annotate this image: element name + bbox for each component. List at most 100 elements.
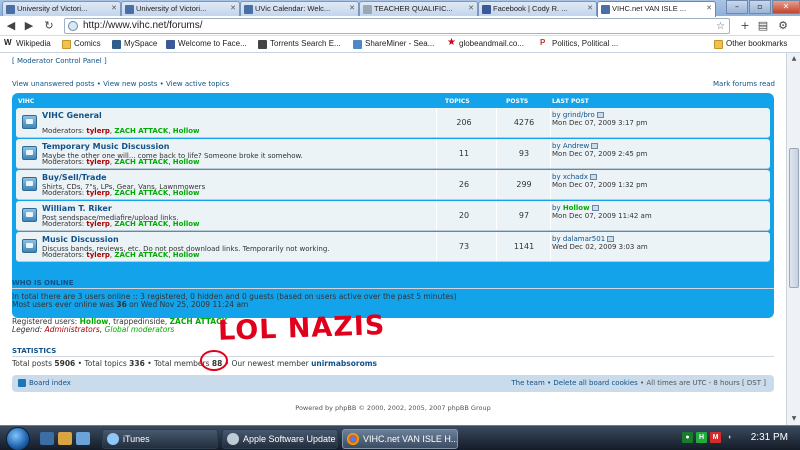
bookmark-folder[interactable]: Comics	[62, 39, 101, 49]
statistics-heading: STATISTICS	[12, 347, 774, 357]
mark-forums-read-link[interactable]: Mark forums read	[713, 80, 775, 88]
taskbar-item-active[interactable]: VIHC.net VAN ISLE H...	[342, 429, 458, 449]
browser-tab[interactable]: University of Victori... ✕	[121, 1, 240, 16]
close-icon[interactable]: ✕	[111, 4, 117, 12]
forum-title[interactable]: Music Discussion	[42, 235, 119, 244]
post-count: 4276	[513, 118, 535, 127]
scroll-down-icon[interactable]: ▼	[787, 413, 800, 425]
view-links[interactable]: View unanswered posts • View new posts •…	[12, 80, 229, 88]
browser-tab[interactable]: TEACHER QUALIFIC... ✕	[359, 1, 478, 16]
last-post-date: Mon Dec 07, 2009 1:32 pm	[552, 181, 648, 189]
team-and-cookies-links[interactable]: The team • Delete all board cookies	[511, 379, 637, 387]
posts-header: POSTS	[506, 98, 529, 105]
taskbar-item[interactable]: Apple Software Update	[222, 429, 338, 449]
bookmark-item[interactable]: MySpace	[112, 39, 157, 49]
view-latest-post-icon[interactable]	[607, 236, 615, 242]
last-post-author[interactable]: xchadx	[563, 173, 588, 181]
last-post: by grind/bro Mon Dec 07, 2009 3:17 pm	[552, 111, 648, 127]
topic-count: 20	[458, 211, 470, 220]
globe-icon	[353, 40, 362, 49]
board-index-link[interactable]: Board index	[18, 379, 71, 387]
last-post-author[interactable]: Hollow	[563, 204, 590, 212]
p-icon: P	[540, 38, 546, 47]
annotation-circle	[200, 350, 228, 371]
browser-tab[interactable]: University of Victori... ✕	[2, 1, 121, 16]
forward-icon[interactable]: ▶	[22, 19, 36, 33]
reload-icon[interactable]: ↻	[42, 19, 56, 33]
close-icon[interactable]: ✕	[468, 4, 474, 12]
close-icon[interactable]: ✕	[230, 4, 236, 12]
last-post-author[interactable]: dalamar501	[563, 235, 605, 243]
view-latest-post-icon[interactable]	[590, 174, 598, 180]
browser-tab[interactable]: UVic Calendar: Welc... ✕	[240, 1, 359, 16]
forum-title[interactable]: VIHC General	[42, 111, 102, 120]
star-icon[interactable]: ☆	[716, 20, 725, 34]
browser-toolbar: ◀ ▶ ↻ http://www.vihc.net/forums/ ☆ + ▤ …	[0, 16, 800, 36]
address-bar[interactable]: http://www.vihc.net/forums/ ☆	[64, 18, 730, 34]
forum-moderators: Moderators: tylerp, ZACH ATTACK, Hollow	[42, 127, 200, 135]
bookmark-item[interactable]: ★ globeandmail.co...	[447, 37, 524, 48]
page-icon	[6, 5, 15, 14]
newest-member[interactable]: unirmabsoroms	[311, 359, 377, 368]
last-post-author[interactable]: grind/bro	[563, 111, 595, 119]
bookmark-item[interactable]: W Wikipedia	[4, 38, 51, 48]
forum-row: William T. Riker Post sendspace/mediafir…	[16, 201, 770, 231]
tray-icon[interactable]: ●	[682, 432, 693, 443]
page-icon	[125, 5, 134, 14]
minimize-icon[interactable]: –	[726, 0, 748, 14]
star-icon: ★	[447, 37, 456, 48]
home-icon	[18, 379, 26, 387]
scroll-up-icon[interactable]: ▲	[787, 53, 800, 65]
browser-tab-active[interactable]: VIHC.net VAN ISLE ... ✕	[597, 1, 716, 17]
maximize-icon[interactable]: ▫	[749, 0, 771, 14]
myspace-icon	[112, 40, 121, 49]
close-icon[interactable]: ✕	[349, 4, 355, 12]
tray-icon[interactable]: H	[696, 432, 707, 443]
forum-title[interactable]: Temporary Music Discussion	[42, 142, 169, 151]
bookmark-folder[interactable]: Other bookmarks	[714, 39, 787, 49]
last-post: by Hollow Mon Dec 07, 2009 11:42 am	[552, 204, 652, 220]
who-is-online-heading[interactable]: WHO IS ONLINE	[12, 279, 774, 289]
forum-row: Buy/Sell/Trade Shirts, CDs, 7"s, LPs, Ge…	[16, 170, 770, 200]
browser-tab[interactable]: Facebook | Cody R. ... ✕	[478, 1, 597, 16]
wrench-icon[interactable]: ⚙	[776, 19, 790, 33]
forum-row: Temporary Music Discussion Maybe the oth…	[16, 139, 770, 169]
statistics-line: Total posts 5906 • Total topics 336 • To…	[12, 359, 378, 368]
folder-icon[interactable]	[58, 432, 72, 445]
view-latest-post-icon[interactable]	[596, 112, 604, 118]
tray-icon[interactable]: M	[710, 432, 721, 443]
start-button[interactable]	[6, 427, 30, 450]
window-close-icon[interactable]: ✕	[772, 0, 800, 14]
taskbar-item[interactable]: iTunes	[102, 429, 218, 449]
view-latest-post-icon[interactable]	[591, 205, 599, 211]
bookmarks-bar: W Wikipedia Comics MySpace Welcome to Fac…	[0, 37, 800, 53]
show-desktop-icon[interactable]	[40, 432, 54, 445]
bookmark-item[interactable]: ShareMiner - Sea...	[353, 39, 434, 49]
view-latest-post-icon[interactable]	[591, 143, 599, 149]
close-icon[interactable]: ✕	[706, 4, 712, 12]
windows-taskbar: iTunes Apple Software Update VIHC.net VA…	[0, 425, 800, 450]
clock[interactable]: 2:31 PM	[751, 432, 788, 443]
page-menu-icon[interactable]: ▤	[756, 19, 770, 33]
globe-icon	[68, 21, 78, 31]
forum-moderators: Moderators: tylerp, ZACH ATTACK, Hollow	[42, 189, 200, 197]
quick-launch-icon[interactable]	[76, 432, 90, 445]
last-post-header: LAST POST	[552, 98, 589, 105]
page-scrollbar[interactable]: ▲ ▼	[786, 53, 800, 425]
add-icon[interactable]: +	[738, 19, 752, 33]
bookmark-item[interactable]: P Politics, Political ...	[540, 38, 618, 48]
last-post-author[interactable]: Andrew	[563, 142, 589, 150]
forum-title[interactable]: William T. Riker	[42, 204, 112, 213]
scrollbar-thumb[interactable]	[789, 148, 799, 288]
bookmark-item[interactable]: Torrents Search E...	[258, 39, 341, 49]
last-post-date: Mon Dec 07, 2009 3:17 pm	[552, 119, 648, 127]
bookmark-item[interactable]: Welcome to Face...	[166, 39, 247, 49]
forum-title[interactable]: Buy/Sell/Trade	[42, 173, 107, 182]
close-icon[interactable]: ✕	[587, 4, 593, 12]
moderator-control-panel-link[interactable]: [ Moderator Control Panel ]	[12, 57, 107, 65]
speaker-icon[interactable]: ◖	[724, 432, 735, 443]
back-icon[interactable]: ◀	[4, 19, 18, 33]
record-online: Most users ever online was 36 on Wed Nov…	[12, 300, 249, 309]
handwritten-annotation: LOL NAZIS	[217, 310, 386, 347]
footer-links: The team • Delete all board cookies • Al…	[511, 379, 766, 387]
